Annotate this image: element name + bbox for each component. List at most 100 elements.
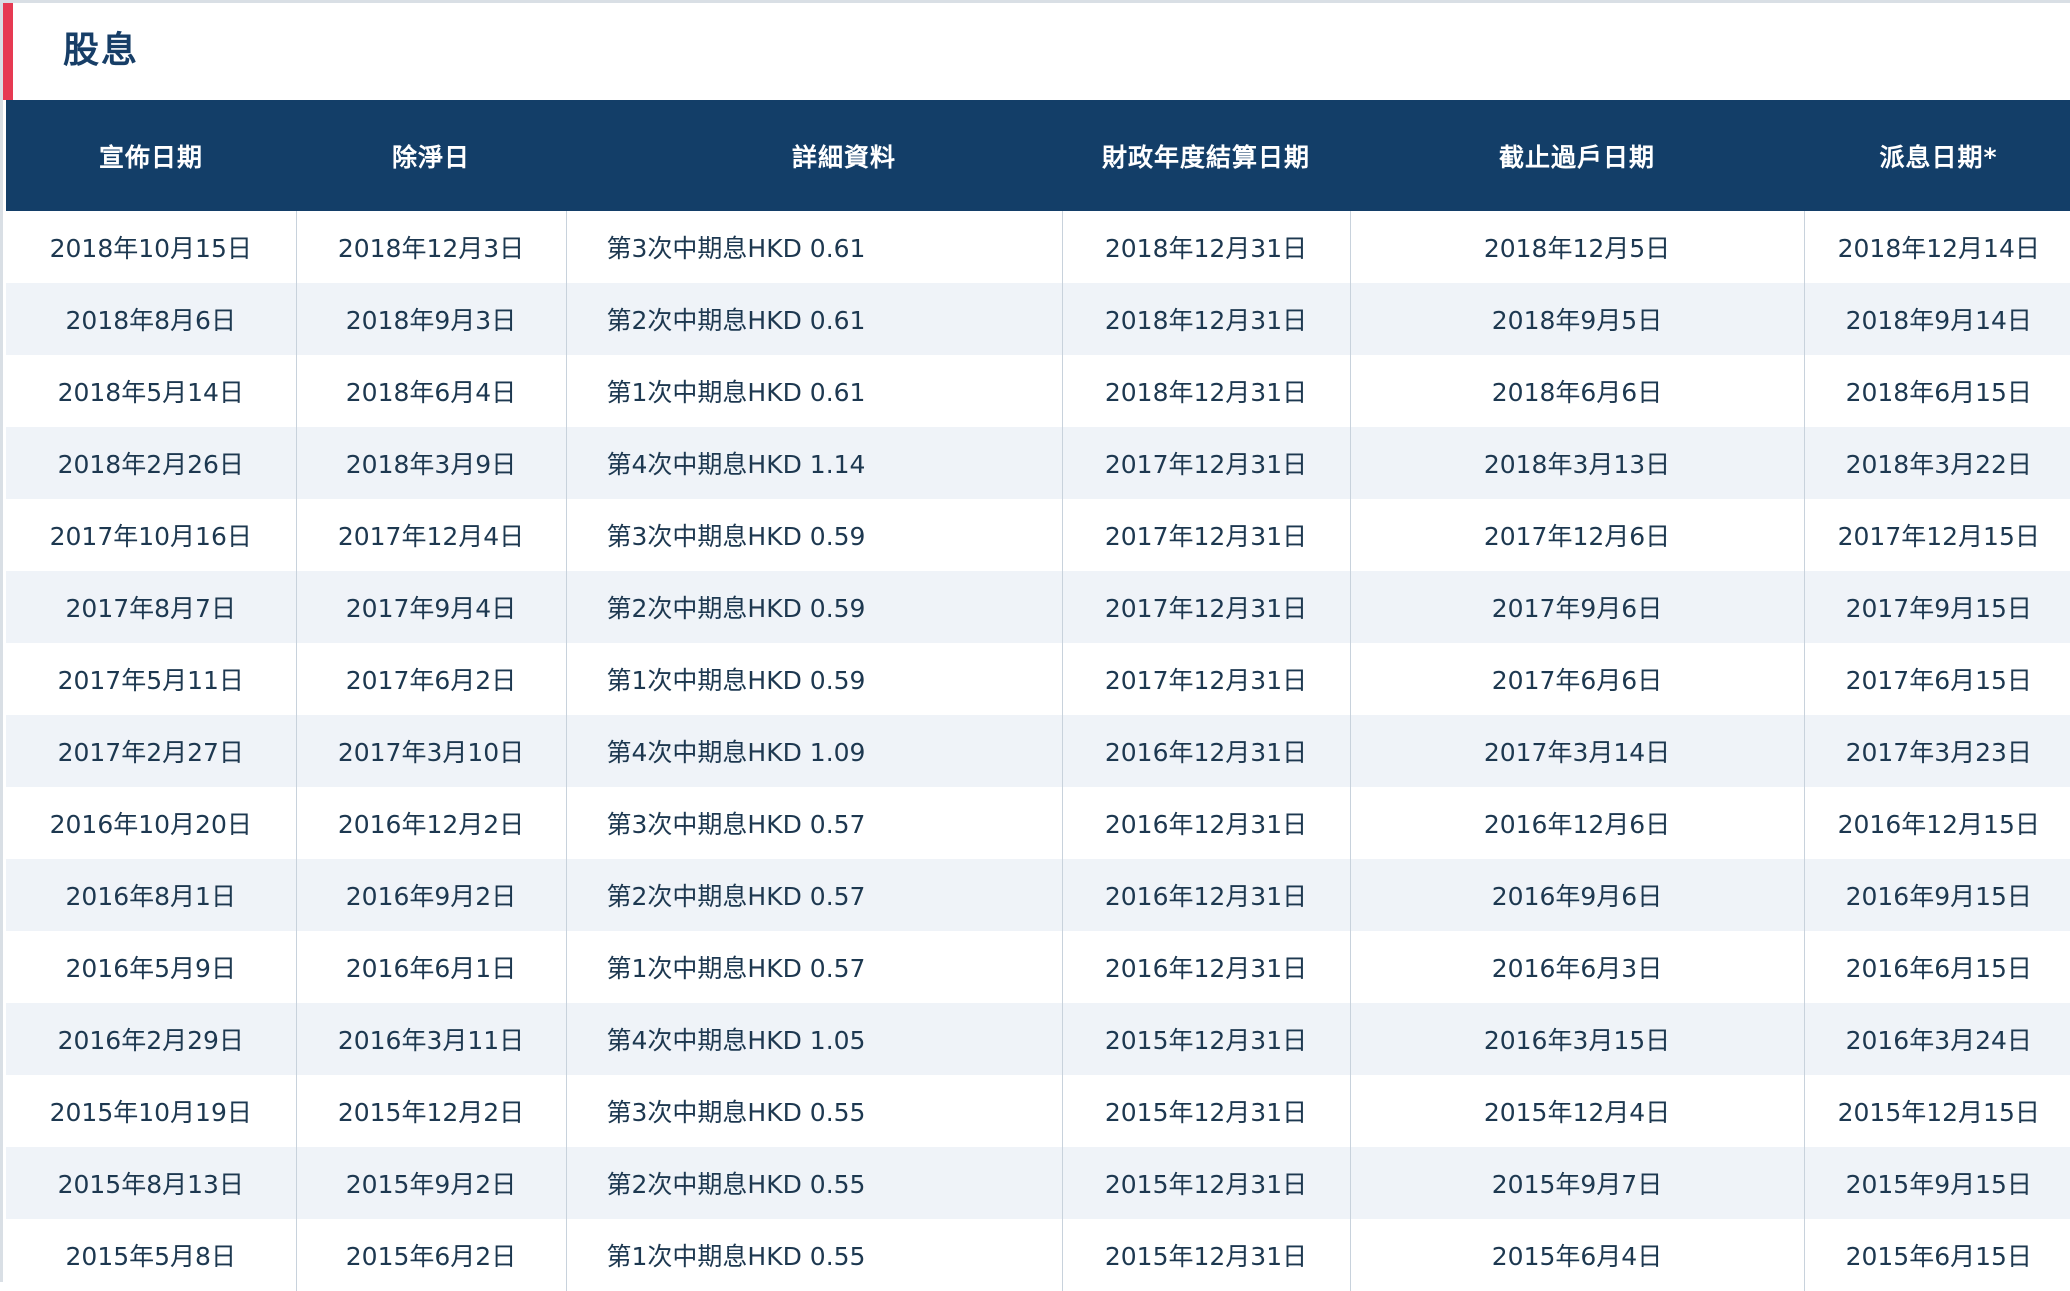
fiscal-year-end-cell: 2015年12月31日 xyxy=(1062,1003,1351,1075)
table-row: 2017年5月11日 2017年6月2日 第1次中期息HKD 0.59 2017年12… xyxy=(6,643,2070,715)
book-close-date-cell: 2017年3月14日 xyxy=(1350,715,1805,787)
payment-date-cell: 2017年6月15日 xyxy=(1845,666,2032,695)
table-row: 2018年5月14日 2018年6月4日 第1次中期息HKD 0.61 2018年12… xyxy=(6,355,2070,427)
fiscal-year-end-cell: 2015年12月31日 xyxy=(1062,1075,1351,1147)
book-close-date-cell: 2015年6月4日 xyxy=(1350,1219,1805,1291)
book-close-date-cell: 2016年9月6日 xyxy=(1350,859,1805,931)
table-row: 2018年8月6日 2018年9月3日 第2次中期息HKD 0.61 2018年12月… xyxy=(6,283,2070,355)
payment-date-cell: 2016年6月15日 xyxy=(1845,954,2032,983)
details-cell: 第2次中期息HKD 0.59 xyxy=(566,571,1063,643)
details-cell: 第3次中期息HKD 0.55 xyxy=(566,1075,1063,1147)
fiscal-year-end-cell: 2016年12月31日 xyxy=(1062,715,1351,787)
announce-date-cell: 2015年8月13日 xyxy=(6,1147,297,1219)
table-row: 2015年10月19日 2015年12月2日 第3次中期息HKD 0.55 2015年… xyxy=(6,1075,2070,1147)
book-close-date-cell: 2016年12月6日 xyxy=(1350,787,1805,859)
ex-date-cell: 2016年3月11日 xyxy=(296,1003,567,1075)
title-accent-bar xyxy=(3,3,13,100)
ex-date-cell: 2018年12月3日 xyxy=(296,211,567,283)
table-header: 宣佈日期 除淨日 詳細資料 財政年度結算日期 截止過戶日期 派息日期* xyxy=(6,100,2070,211)
table-row: 2018年10月15日 2018年12月3日 第3次中期息HKD 0.61 2018年… xyxy=(6,211,2070,283)
payment-date-cell: 2017年3月23日 xyxy=(1845,738,2032,767)
payment-date-cell: 2016年3月24日 xyxy=(1845,1026,2032,1055)
book-close-date-cell: 2018年3月13日 xyxy=(1350,427,1805,499)
payment-date-cell: 2018年3月22日 xyxy=(1845,450,2032,479)
column-header-book-close-date[interactable]: 截止過戶日期 xyxy=(1350,100,1804,211)
payment-date-cell: 2016年9月15日 xyxy=(1845,882,2032,911)
ex-date-cell: 2017年12月4日 xyxy=(296,499,567,571)
details-cell: 第1次中期息HKD 0.57 xyxy=(566,931,1063,1003)
dividend-table: 宣佈日期 除淨日 詳細資料 財政年度結算日期 截止過戶日期 派息日期* 2018… xyxy=(6,100,2070,1291)
book-close-date-cell: 2018年6月6日 xyxy=(1350,355,1805,427)
details-cell: 第4次中期息HKD 1.05 xyxy=(566,1003,1063,1075)
table-row: 2017年8月7日 2017年9月4日 第2次中期息HKD 0.59 2017年12月… xyxy=(6,571,2070,643)
table-body: 2018年10月15日 2018年12月3日 第3次中期息HKD 0.61 2018年… xyxy=(6,211,2070,1291)
details-cell: 第4次中期息HKD 1.09 xyxy=(566,715,1063,787)
fiscal-year-end-cell: 2015年12月31日 xyxy=(1062,1219,1351,1291)
announce-date-cell: 2018年2月26日 xyxy=(6,427,297,499)
fiscal-year-end-cell: 2017年12月31日 xyxy=(1062,643,1351,715)
table-row: 2017年2月27日 2017年3月10日 第4次中期息HKD 1.09 2016年1… xyxy=(6,715,2070,787)
section-header: 股息 xyxy=(3,3,2070,100)
ex-date-cell: 2016年12月2日 xyxy=(296,787,567,859)
payment-date-cell: 2016年12月15日 xyxy=(1837,810,2040,839)
book-close-date-cell: 2015年12月4日 xyxy=(1350,1075,1805,1147)
section-title: 股息 xyxy=(63,30,140,71)
fiscal-year-end-cell: 2018年12月31日 xyxy=(1062,355,1351,427)
column-header-ex-date[interactable]: 除淨日 xyxy=(296,100,566,211)
column-header-details[interactable]: 詳細資料 xyxy=(566,100,1062,211)
announce-date-cell: 2017年8月7日 xyxy=(6,571,297,643)
ex-date-cell: 2017年6月2日 xyxy=(296,643,567,715)
details-cell: 第2次中期息HKD 0.61 xyxy=(566,283,1063,355)
book-close-date-cell: 2016年6月3日 xyxy=(1350,931,1805,1003)
details-cell: 第2次中期息HKD 0.57 xyxy=(566,859,1063,931)
announce-date-cell: 2017年10月16日 xyxy=(6,499,297,571)
book-close-date-cell: 2015年9月7日 xyxy=(1350,1147,1805,1219)
fiscal-year-end-cell: 2017年12月31日 xyxy=(1062,427,1351,499)
fiscal-year-end-cell: 2018年12月31日 xyxy=(1062,211,1351,283)
header-row: 宣佈日期 除淨日 詳細資料 財政年度結算日期 截止過戶日期 派息日期* xyxy=(6,100,2070,211)
table-row: 2016年2月29日 2016年3月11日 第4次中期息HKD 1.05 2015年1… xyxy=(6,1003,2070,1075)
dividend-panel: 股息 宣佈日期 除淨日 詳細資料 財政年度結算日期 截止過戶日期 派息日期* 2… xyxy=(0,0,2070,1291)
ex-date-cell: 2017年9月4日 xyxy=(296,571,567,643)
payment-date-cell: 2015年6月15日 xyxy=(1845,1242,2032,1271)
announce-date-cell: 2015年10月19日 xyxy=(6,1075,297,1147)
announce-date-cell: 2017年5月11日 xyxy=(6,643,297,715)
table-row: 2015年5月8日 2015年6月2日 第1次中期息HKD 0.55 2015年12月… xyxy=(6,1219,2070,1291)
payment-date-cell: 2015年9月15日 xyxy=(1845,1170,2032,1199)
table-row: 2016年5月9日 2016年6月1日 第1次中期息HKD 0.57 2016年12月… xyxy=(6,931,2070,1003)
column-header-payment-date[interactable]: 派息日期* xyxy=(1804,100,2070,211)
fiscal-year-end-cell: 2015年12月31日 xyxy=(1062,1147,1351,1219)
details-cell: 第4次中期息HKD 1.14 xyxy=(566,427,1063,499)
book-close-date-cell: 2017年12月6日 xyxy=(1350,499,1805,571)
payment-date-cell: 2017年9月15日 xyxy=(1845,594,2032,623)
book-close-date-cell: 2017年6月6日 xyxy=(1350,643,1805,715)
details-cell: 第3次中期息HKD 0.59 xyxy=(566,499,1063,571)
announce-date-cell: 2016年8月1日 xyxy=(6,859,297,931)
table-row: 2015年8月13日 2015年9月2日 第2次中期息HKD 0.55 2015年12… xyxy=(6,1147,2070,1219)
column-header-announce-date[interactable]: 宣佈日期 xyxy=(6,100,296,211)
ex-date-cell: 2016年9月2日 xyxy=(296,859,567,931)
table-row: 2017年10月16日 2017年12月4日 第3次中期息HKD 0.59 2017年… xyxy=(6,499,2070,571)
payment-date-cell: 2017年12月15日 xyxy=(1837,522,2040,551)
ex-date-cell: 2017年3月10日 xyxy=(296,715,567,787)
details-cell: 第1次中期息HKD 0.61 xyxy=(566,355,1063,427)
ex-date-cell: 2018年3月9日 xyxy=(296,427,567,499)
fiscal-year-end-cell: 2016年12月31日 xyxy=(1062,859,1351,931)
announce-date-cell: 2016年2月29日 xyxy=(6,1003,297,1075)
fiscal-year-end-cell: 2017年12月31日 xyxy=(1062,499,1351,571)
book-close-date-cell: 2018年9月5日 xyxy=(1350,283,1805,355)
book-close-date-cell: 2018年12月5日 xyxy=(1350,211,1805,283)
fiscal-year-end-cell: 2016年12月31日 xyxy=(1062,787,1351,859)
table-row: 2016年8月1日 2016年9月2日 第2次中期息HKD 0.57 2016年12月… xyxy=(6,859,2070,931)
fiscal-year-end-cell: 2017年12月31日 xyxy=(1062,571,1351,643)
table-row: 2016年10月20日 2016年12月2日 第3次中期息HKD 0.57 2016年… xyxy=(6,787,2070,859)
column-header-fiscal-year-end[interactable]: 財政年度結算日期 xyxy=(1062,100,1350,211)
details-cell: 第3次中期息HKD 0.61 xyxy=(566,211,1063,283)
details-cell: 第1次中期息HKD 0.59 xyxy=(566,643,1063,715)
announce-date-cell: 2016年10月20日 xyxy=(6,787,297,859)
payment-date-cell: 2015年12月15日 xyxy=(1837,1098,2040,1127)
announce-date-cell: 2018年10月15日 xyxy=(6,211,297,283)
announce-date-cell: 2018年8月6日 xyxy=(6,283,297,355)
ex-date-cell: 2016年6月1日 xyxy=(296,931,567,1003)
table-row: 2018年2月26日 2018年3月9日 第4次中期息HKD 1.14 2017年12… xyxy=(6,427,2070,499)
